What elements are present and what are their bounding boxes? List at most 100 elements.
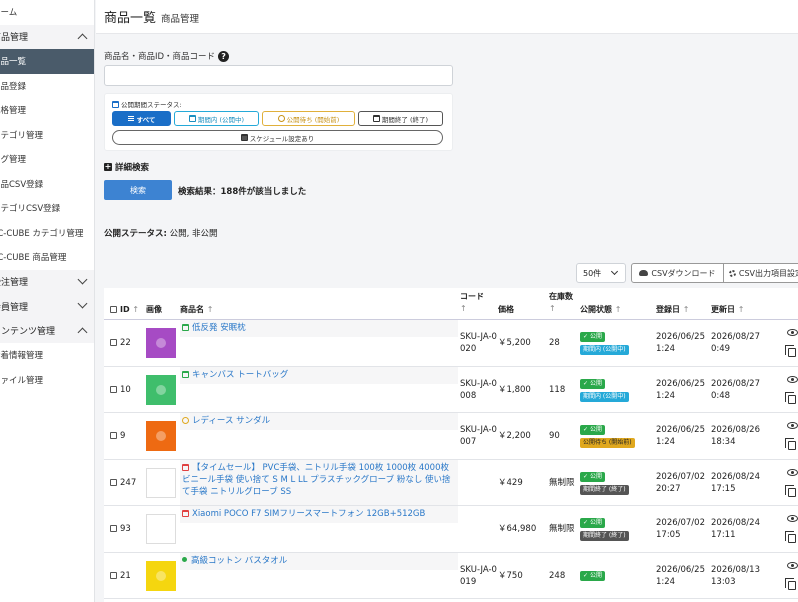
sidebar-item[interactable]: 受注管理 — [0, 269, 94, 294]
product-name-link[interactable]: 高級コットン バスタオル — [191, 556, 287, 566]
header-created[interactable]: 登録日 ↑ — [656, 304, 690, 316]
product-name-link[interactable]: レディース サンダル — [192, 416, 270, 426]
row-checkbox[interactable] — [110, 339, 117, 347]
filter-all-button[interactable]: すべて — [112, 111, 171, 126]
sidebar-item-label: タグ管理 — [0, 155, 27, 166]
sidebar-item[interactable]: 新着情報管理 — [0, 343, 94, 368]
page-header: 商品一覧 商品管理 — [96, 0, 798, 34]
row-id: 22 — [110, 337, 131, 349]
row-checkbox[interactable] — [110, 385, 117, 393]
header-stock[interactable]: 在庫数 ↑ — [549, 291, 573, 315]
period-badge-label: 期間内 (公開中) — [583, 392, 626, 400]
sidebar-item[interactable]: 商品登録 — [0, 74, 94, 99]
calendar-icon — [188, 115, 196, 122]
product-thumbnail[interactable] — [146, 467, 176, 498]
filter-ended-button[interactable]: 期間終了 (終了) — [358, 111, 443, 126]
sidebar-item-label: EC-CUBE カテゴリ管理 — [0, 228, 84, 239]
sidebar: ホーム商品管理商品一覧商品登録規格管理カテゴリ管理タグ管理商品CSV登録カテゴリ… — [0, 0, 95, 602]
updated-date: 2026/08/27 0:49 — [711, 332, 760, 355]
updated-date: 2026/08/13 13:03 — [711, 564, 760, 587]
period-badge: 期間内 (公開中) — [580, 345, 629, 355]
status-filter-title-text: 公開期間ステータス: — [121, 101, 182, 109]
header-code[interactable]: コード ↑ — [460, 291, 484, 315]
period-badge: 期間内 (公開中) — [580, 391, 629, 402]
search-input[interactable] — [104, 65, 453, 86]
help-icon[interactable]: ? — [218, 50, 230, 62]
sidebar-item[interactable]: 商品一覧 — [0, 49, 94, 74]
sidebar-item-label: 会員管理 — [0, 302, 29, 313]
image-placeholder-icon — [156, 431, 166, 441]
header-status-label: 公開状態 — [580, 305, 612, 314]
product-thumbnail[interactable] — [146, 328, 176, 358]
sort-arrow-icon: ↑ — [132, 305, 140, 314]
product-name-link[interactable]: 低反発 安眠枕 — [192, 323, 246, 333]
public-status-value: 公開, 非公開 — [166, 229, 218, 239]
product-name-cell: 低反発 安眠枕 — [180, 320, 458, 365]
csv-download-label: CSVダウンロード — [651, 268, 716, 278]
search-label-text: 商品名・商品ID・商品コード — [104, 52, 216, 62]
search-button[interactable]: 検索 — [104, 180, 172, 200]
sidebar-item[interactable]: タグ管理 — [0, 147, 94, 172]
sidebar-item[interactable]: EC-CUBE 商品管理 — [0, 245, 94, 270]
sidebar-item[interactable]: カテゴリCSV登録 — [0, 196, 94, 221]
eye-icon[interactable] — [787, 329, 798, 336]
copy-icon[interactable] — [785, 391, 796, 404]
product-thumbnail[interactable] — [146, 374, 176, 405]
sidebar-item[interactable]: EC-CUBE カテゴリ管理 — [0, 221, 94, 246]
product-thumbnail[interactable] — [146, 514, 176, 544]
period-badge: 公開待ち (開始前) — [580, 438, 635, 448]
product-stock: 90 — [549, 431, 560, 442]
row-checkbox[interactable] — [110, 525, 117, 533]
copy-icon[interactable] — [785, 345, 796, 357]
copy-icon[interactable] — [785, 484, 796, 497]
product-price: ￥429 — [498, 477, 523, 488]
sidebar-item[interactable]: 規格管理 — [0, 98, 94, 123]
row-checkbox[interactable] — [110, 432, 117, 440]
row-checkbox[interactable] — [110, 478, 117, 486]
copy-icon[interactable] — [785, 577, 796, 590]
gear-icon — [729, 269, 736, 277]
csv-download-button[interactable]: CSVダウンロード — [631, 263, 724, 283]
eye-icon[interactable] — [787, 422, 798, 429]
product-stock: 28 — [549, 338, 560, 349]
eye-icon[interactable] — [787, 515, 798, 522]
sidebar-item[interactable]: カテゴリ管理 — [0, 123, 94, 148]
eye-icon[interactable] — [787, 375, 798, 383]
filter-scheduled-label: スケジュール設定あり — [249, 134, 315, 143]
detail-search-toggle[interactable]: + 詳細検索 — [104, 161, 149, 173]
sidebar-item[interactable]: 商品CSV登録 — [0, 172, 94, 197]
header-price[interactable]: 価格 — [498, 304, 514, 316]
header-id[interactable]: ID ↑ — [110, 304, 139, 316]
product-thumbnail[interactable] — [146, 421, 176, 451]
sidebar-item[interactable]: コンテンツ管理 — [0, 318, 94, 343]
product-name-link[interactable]: キャンバス トートバッグ — [192, 370, 288, 380]
product-stock: 248 — [549, 570, 566, 581]
copy-icon[interactable] — [785, 438, 796, 450]
product-name-link[interactable]: 【タイムセール】 PVC手袋、ニトリル手袋 100枚 1000枚 4000枚 ビ… — [182, 463, 451, 497]
image-placeholder-icon — [156, 570, 166, 581]
sidebar-item-label: 商品一覧 — [0, 57, 27, 68]
copy-icon[interactable] — [785, 531, 796, 543]
product-thumbnail[interactable] — [146, 560, 176, 591]
sidebar-item[interactable]: ファイル管理 — [0, 368, 94, 393]
sidebar-item[interactable]: 商品管理 — [0, 24, 94, 49]
product-name-link[interactable]: Xiaomi POCO F7 SIMフリースマートフォン 12GB+512GB — [192, 509, 425, 519]
filter-scheduled-button[interactable]: スケジュール設定あり — [112, 130, 443, 145]
eye-icon[interactable] — [787, 561, 798, 569]
row-checkbox[interactable] — [110, 571, 117, 579]
sidebar-item[interactable]: 会員管理 — [0, 294, 94, 319]
eye-icon[interactable] — [787, 468, 798, 476]
csv-settings-button[interactable]: CSV出力項目設定 — [724, 263, 798, 283]
header-name[interactable]: 商品名 ↑ — [180, 304, 214, 316]
sidebar-item[interactable]: ホーム — [0, 0, 94, 25]
sidebar-item-label: 商品管理 — [0, 33, 29, 44]
per-page-select[interactable]: 50件 — [576, 263, 626, 283]
header-status[interactable]: 公開状態 ↑ — [580, 304, 622, 316]
filter-waiting-button[interactable]: 公開待ち (開始前) — [262, 111, 355, 126]
header-updated[interactable]: 更新日 ↑ — [711, 304, 745, 316]
filter-in-period-button[interactable]: 期間内 (公開中) — [174, 111, 259, 126]
select-all-checkbox[interactable] — [110, 306, 117, 313]
row-id-value: 21 — [120, 570, 131, 581]
clock-icon — [182, 417, 189, 424]
row-id-value: 10 — [120, 384, 131, 395]
